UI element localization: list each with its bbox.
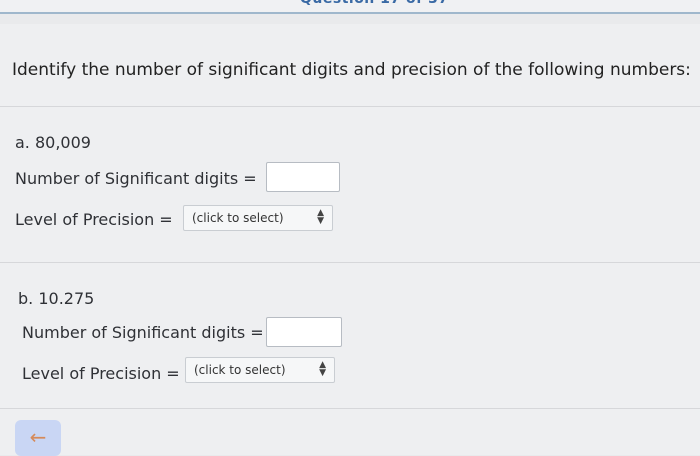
question-b-sig-digits-input[interactable] xyxy=(266,317,342,347)
question-title-cut-off: Question 17 of 37 xyxy=(300,0,450,5)
back-button[interactable]: ← xyxy=(15,420,61,456)
question-a-sig-digits-input[interactable] xyxy=(266,162,340,192)
question-a-label: a. 80,009 xyxy=(15,133,91,152)
question-heading: Identify the number of significant digit… xyxy=(12,60,691,80)
top-bar: Question 17 of 37 xyxy=(0,0,700,14)
select-arrows-icon: ▲ ▼ xyxy=(317,208,324,226)
question-b-sig-digits-label: Number of Significant digits = xyxy=(22,323,264,342)
question-a-precision-select[interactable]: (click to select) ▲ ▼ xyxy=(183,205,333,231)
question-b-precision-select[interactable]: (click to select) ▲ ▼ xyxy=(185,357,335,383)
question-divider xyxy=(0,262,700,263)
heading-divider xyxy=(0,106,700,107)
question-b-precision-value: (click to select) xyxy=(194,363,286,377)
footer-divider xyxy=(0,408,700,409)
question-a-precision-label: Level of Precision = xyxy=(15,210,173,229)
question-b-label: b. 10.275 xyxy=(18,289,95,308)
back-arrow-icon: ← xyxy=(29,425,47,449)
select-arrows-icon: ▲ ▼ xyxy=(319,360,326,378)
question-b-precision-label: Level of Precision = xyxy=(22,364,180,383)
question-panel xyxy=(0,24,700,455)
question-a-precision-value: (click to select) xyxy=(192,211,284,225)
question-a-sig-digits-label: Number of Significant digits = xyxy=(15,169,257,188)
